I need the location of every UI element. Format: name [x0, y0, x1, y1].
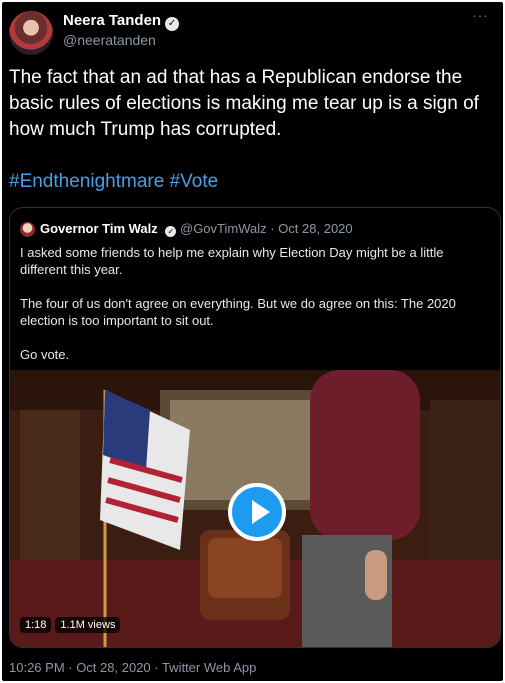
video-player[interactable]: 1:18 1.1M views	[10, 370, 500, 647]
quoted-tweet[interactable]: Governor Tim Walz ✓ @GovTimWalz · Oct 28…	[9, 207, 501, 648]
hashtag-row: #Endthenightmare #Vote	[9, 171, 218, 193]
more-icon[interactable]: ···	[472, 7, 489, 23]
quoted-paragraph: The four of us don't agree on everything…	[20, 296, 456, 328]
author-name[interactable]: Neera Tanden	[63, 12, 161, 29]
quoted-author-handle: @GovTimWalz	[180, 221, 267, 236]
quoted-paragraph: Go vote.	[20, 347, 70, 362]
quoted-tweet-header: Governor Tim Walz ✓ @GovTimWalz · Oct 28…	[40, 221, 353, 237]
video-views: 1.1M views	[55, 617, 121, 633]
author-handle[interactable]: @neeratanden	[63, 32, 156, 48]
quoted-verified-badge-icon: ✓	[165, 226, 177, 237]
author-name-row[interactable]: Neera Tanden ✓	[63, 12, 180, 31]
quoted-paragraph: I asked some friends to help me explain …	[20, 245, 444, 277]
tweet-text: The fact that an ad that has a Republica…	[9, 67, 479, 140]
video-info: 1:18 1.1M views	[20, 617, 121, 633]
quoted-author-avatar	[20, 222, 35, 237]
hashtag-vote[interactable]: #Vote	[170, 171, 219, 192]
quoted-tweet-date: · Oct 28, 2020	[270, 221, 353, 236]
quoted-tweet-text: I asked some friends to help me explain …	[20, 244, 490, 380]
author-avatar[interactable]	[9, 11, 53, 55]
hashtag-endthenightmare[interactable]: #Endthenightmare	[9, 171, 164, 192]
tweet-card: Neera Tanden ✓ @neeratanden ··· The fact …	[2, 2, 503, 681]
video-duration: 1:18	[20, 617, 52, 633]
verified-badge-icon: ✓	[165, 17, 180, 31]
tweet-timestamp[interactable]: 10:26 PM · Oct 28, 2020 · Twitter Web Ap…	[9, 660, 256, 675]
play-button[interactable]	[228, 483, 286, 541]
quoted-author-name: Governor Tim Walz	[40, 221, 158, 236]
